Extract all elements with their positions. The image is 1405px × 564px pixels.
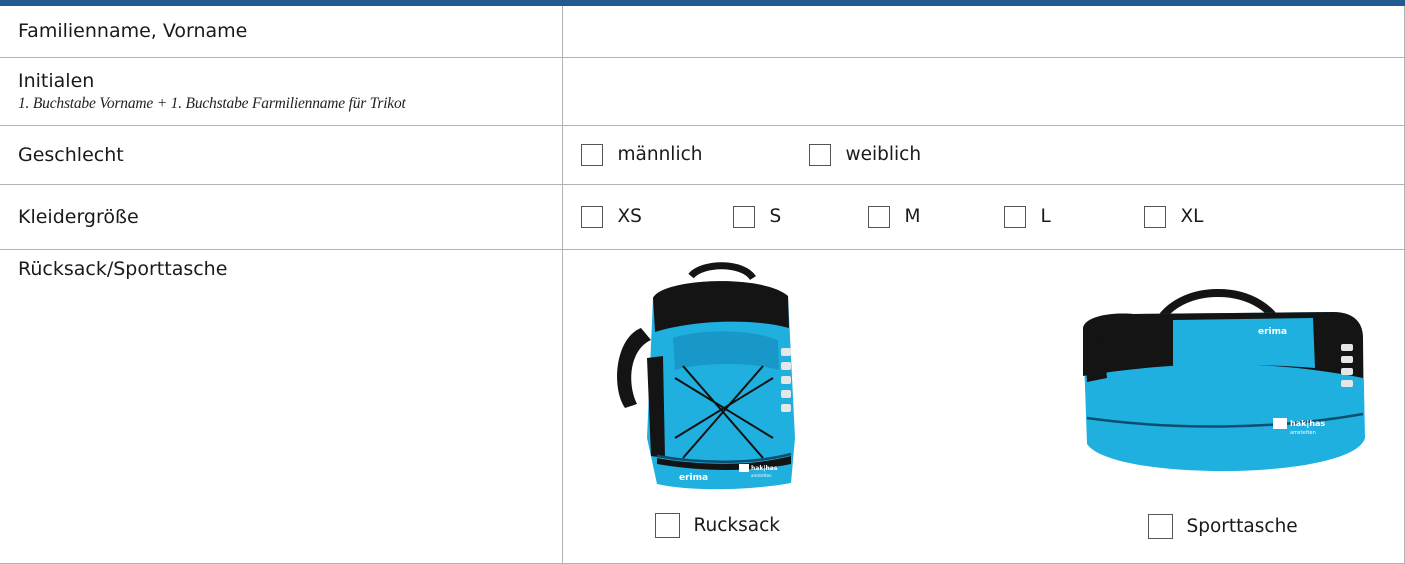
initials-hint: 1. Buchstabe Vorname + 1. Buchstabe Farm… <box>18 94 406 112</box>
checkbox[interactable] <box>867 205 890 228</box>
size-option-m[interactable]: M <box>867 205 1004 228</box>
sportsbag-brand-text: erima <box>1258 327 1287 337</box>
bag-option-backpack[interactable]: Rucksack <box>654 512 781 538</box>
checkbox[interactable] <box>1147 513 1173 539</box>
size-label: Kleidergröße <box>0 183 563 250</box>
gender-options: männlich weiblich <box>580 143 1405 166</box>
size-option-label: S <box>769 206 782 227</box>
size-option-label: XL <box>1180 206 1204 227</box>
size-option-label: M <box>904 206 921 227</box>
row-name: Familienname, Vorname <box>0 6 1405 58</box>
bag-option-label: Rucksack <box>693 514 781 536</box>
size-option-label: XS <box>617 206 642 227</box>
row-bag: Rücksack/Sporttasche erima hak|has amste… <box>0 248 1405 564</box>
checkbox[interactable] <box>1003 205 1026 228</box>
bag-label: Rücksack/Sporttasche <box>0 248 563 564</box>
backpack-brand-text: erima <box>679 473 708 483</box>
size-option-label: L <box>1040 206 1051 227</box>
sportsbag-logo-top: hak|has <box>1290 419 1325 428</box>
gender-option-male[interactable]: männlich <box>580 143 809 166</box>
checkbox[interactable] <box>732 205 755 228</box>
initials-label: Initialen <box>18 69 95 92</box>
sportsbag-image: erima hak|has amstetten <box>1073 268 1373 498</box>
size-option-xs[interactable]: XS <box>580 205 733 228</box>
size-option-l[interactable]: L <box>1003 205 1144 228</box>
backpack-logo-bottom: amstetten <box>751 473 772 478</box>
checkbox[interactable] <box>580 205 603 228</box>
name-label: Familienname, Vorname <box>0 6 563 58</box>
checkbox[interactable] <box>654 512 680 538</box>
row-gender: Geschlecht männlich weiblich <box>0 124 1405 185</box>
gender-label: Geschlecht <box>0 124 563 185</box>
initials-field[interactable] <box>561 56 1405 126</box>
size-options: XS S M L XL <box>580 205 1405 228</box>
name-field[interactable] <box>561 6 1405 58</box>
gender-option-label: männlich <box>617 144 703 165</box>
row-initials: Initialen 1. Buchstabe Vorname + 1. Buch… <box>0 56 1405 126</box>
gender-option-female[interactable]: weiblich <box>808 143 922 166</box>
bag-options: erima hak|has amstetten erima hak|has am… <box>563 250 1405 556</box>
bag-option-label: Sporttasche <box>1186 515 1298 537</box>
bag-option-sportsbag[interactable]: Sporttasche <box>1147 513 1298 539</box>
checkbox[interactable] <box>1143 205 1166 228</box>
gender-option-label: weiblich <box>845 144 922 165</box>
sportsbag-logo-bottom: amstetten <box>1290 430 1316 436</box>
row-size: Kleidergröße XS S M L XL <box>0 183 1405 250</box>
registration-form-table: Familienname, Vorname Initialen 1. Buchs… <box>0 6 1405 564</box>
backpack-logo-top: hak|has <box>751 465 778 472</box>
checkbox[interactable] <box>808 143 831 166</box>
size-option-xl[interactable]: XL <box>1143 205 1204 228</box>
backpack-image: erima hak|has amstetten <box>603 258 803 498</box>
checkbox[interactable] <box>580 143 603 166</box>
size-option-s[interactable]: S <box>732 205 868 228</box>
